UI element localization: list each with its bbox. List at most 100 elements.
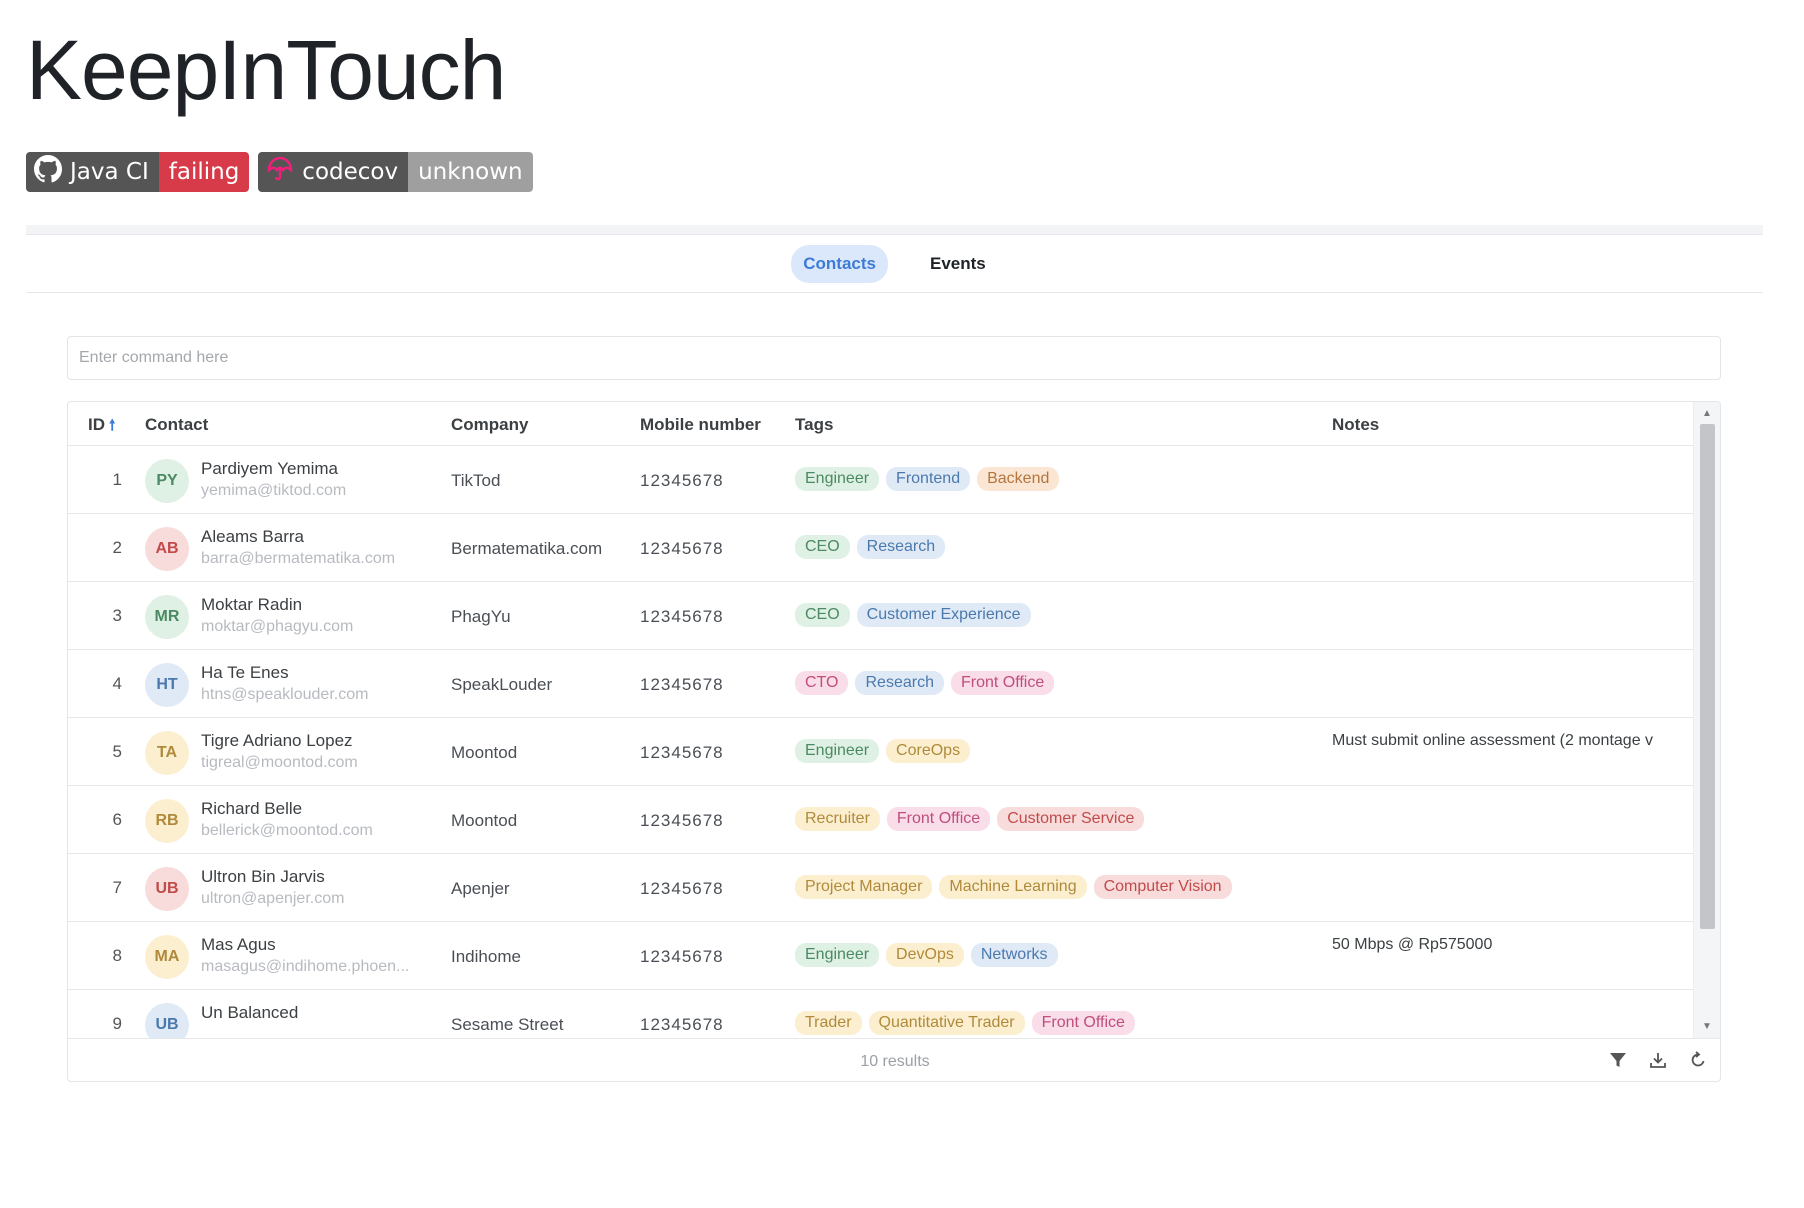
contact-email: tigreal@moontod.com	[201, 754, 358, 771]
row-id: 2	[112, 538, 122, 557]
download-icon[interactable]	[1648, 1050, 1668, 1075]
mobile-cell: 12345678	[640, 811, 724, 830]
tag-badge: Engineer	[795, 467, 880, 491]
avatar: AB	[145, 527, 189, 571]
table-row[interactable]: 6 RB Richard Belle bellerick@moontod.com Moo…	[68, 786, 1695, 854]
avatar: RB	[145, 799, 189, 843]
tag-badge: CEO	[795, 535, 850, 559]
mobile-cell: 12345678	[640, 879, 724, 898]
tags-cell: CTO Research Front Office	[795, 671, 1055, 695]
codecov-badge[interactable]: codecov unknown	[258, 152, 533, 192]
tag-badge: Computer Vision	[1093, 875, 1232, 899]
tag-badge: Customer Experience	[856, 603, 1031, 627]
header-mobile[interactable]: Mobile number	[640, 415, 761, 435]
scroll-up-icon[interactable]: ▲	[1702, 408, 1712, 419]
java-ci-badge[interactable]: Java CI failing	[26, 152, 250, 192]
notes-text: Must submit online assessment (2 montage…	[1332, 732, 1654, 749]
contact-email: ultron@apenjer.com	[201, 890, 345, 907]
contact-email: moktar@phagyu.com	[201, 618, 354, 635]
company-cell: SpeakLouder	[451, 675, 553, 694]
tag-badge: Customer Service	[997, 807, 1145, 831]
tag-badge: Engineer	[795, 739, 880, 763]
page-title: KeepInTouch	[26, 23, 506, 117]
mobile-cell: 12345678	[640, 1015, 724, 1034]
avatar: PY	[145, 459, 189, 503]
scroll-down-icon[interactable]: ▼	[1702, 1021, 1712, 1032]
table-row[interactable]: 1 PY Pardiyem Yemima yemima@tiktod.com TikTo…	[68, 446, 1695, 514]
app-top-bar	[26, 225, 1763, 235]
contact-name: Ultron Bin Jarvis	[201, 867, 325, 886]
tags-cell: CEO Research	[795, 535, 946, 559]
avatar: UB	[145, 1003, 189, 1038]
table-row[interactable]: 2 AB Aleams Barra barra@bermatematika.com Be…	[68, 514, 1695, 582]
table-row[interactable]: 4 HT Ha Te Enes htns@speaklouder.com SpeakLo…	[68, 650, 1695, 718]
refresh-icon[interactable]	[1688, 1050, 1708, 1075]
tag-badge: Backend	[977, 467, 1060, 491]
header-tags[interactable]: Tags	[795, 415, 833, 435]
tag-badge: DevOps	[886, 943, 964, 967]
header-company[interactable]: Company	[451, 415, 528, 435]
avatar: MR	[145, 595, 189, 639]
tag-badge: CTO	[795, 671, 849, 695]
tag-badge: Engineer	[795, 943, 880, 967]
status-badges: Java CI failing codecov unknown	[26, 152, 533, 192]
tags-cell: Recruiter Front Office Customer Service	[795, 807, 1145, 831]
mobile-cell: 12345678	[640, 607, 724, 626]
contact-email: barra@bermatematika.com	[201, 550, 396, 567]
mobile-cell: 12345678	[640, 539, 724, 558]
header-notes[interactable]: Notes	[1332, 415, 1379, 435]
table-row[interactable]: 3 MR Moktar Radin moktar@phagyu.com PhagYu 12…	[68, 582, 1695, 650]
tag-badge: CoreOps	[886, 739, 971, 763]
table-scrollbar[interactable]: ▲ ▼	[1693, 402, 1720, 1038]
row-id: 5	[112, 742, 122, 761]
table-row[interactable]: 9 UB Un Balanced Sesame Street 12345678 Trade…	[68, 990, 1695, 1038]
badge-status: failing	[158, 152, 250, 192]
contact-name: Pardiyem Yemima	[201, 459, 339, 478]
row-id: 9	[112, 1014, 122, 1033]
mobile-cell: 12345678	[640, 471, 724, 490]
company-cell: Moontod	[451, 743, 518, 762]
tag-badge: Front Office	[886, 807, 991, 831]
table-row[interactable]: 7 UB Ultron Bin Jarvis ultron@apenjer.com Ap…	[68, 854, 1695, 922]
row-id: 7	[112, 878, 122, 897]
company-cell: Sesame Street	[451, 1015, 564, 1034]
table-footer: 10 results	[68, 1038, 1720, 1081]
company-cell: Bermatematika.com	[451, 539, 603, 558]
table-row[interactable]: 8 MA Mas Agus masagus@indihome.phoen... Indi…	[68, 922, 1695, 990]
tab-contacts[interactable]: Contacts	[791, 244, 888, 283]
app-window: Contacts Events ID🠕 Contact Company Mobi…	[26, 225, 1763, 1095]
header-id[interactable]: ID 🠕	[88, 415, 115, 440]
notes-cell: Must submit online assessment (2 montage…	[1332, 732, 1687, 750]
notes-text: 50 Mbps @ Rp575000	[1332, 936, 1493, 953]
command-input[interactable]	[67, 336, 1721, 380]
sort-ascending-icon: 🠕	[109, 417, 116, 434]
tag-badge: Front Office	[950, 671, 1055, 695]
company-cell: Moontod	[451, 811, 518, 830]
filter-icon[interactable]	[1608, 1050, 1628, 1075]
tags-cell: Engineer Frontend Backend	[795, 467, 1060, 491]
company-cell: Apenjer	[451, 879, 510, 898]
notes-cell: 50 Mbps @ Rp575000	[1332, 936, 1687, 954]
row-id: 1	[112, 470, 122, 489]
company-cell: Indihome	[451, 947, 521, 966]
tab-events[interactable]: Events	[918, 245, 998, 283]
table-body: 1 PY Pardiyem Yemima yemima@tiktod.com TikTo…	[68, 446, 1695, 1038]
results-count: 10 results	[860, 1053, 930, 1070]
scroll-thumb[interactable]	[1700, 424, 1715, 929]
tag-badge: Project Manager	[795, 875, 933, 899]
tags-cell: CEO Customer Experience	[795, 603, 1031, 627]
tag-badge: Research	[855, 671, 944, 695]
row-id: 4	[112, 674, 122, 693]
avatar: UB	[145, 867, 189, 911]
company-cell: TikTod	[451, 471, 501, 490]
tag-badge: Networks	[970, 943, 1058, 967]
table-row[interactable]: 5 TA Tigre Adriano Lopez tigreal@moontod.co…	[68, 718, 1695, 786]
header-contact[interactable]: Contact	[145, 415, 208, 435]
tag-badge: Front Office	[1031, 1011, 1135, 1035]
contact-name: Tigre Adriano Lopez	[201, 731, 353, 750]
avatar: TA	[145, 731, 189, 775]
avatar: HT	[145, 663, 189, 707]
tags-cell: Engineer CoreOps	[795, 739, 971, 763]
contact-email: bellerick@moontod.com	[201, 822, 373, 839]
contact-name: Richard Belle	[201, 799, 303, 818]
